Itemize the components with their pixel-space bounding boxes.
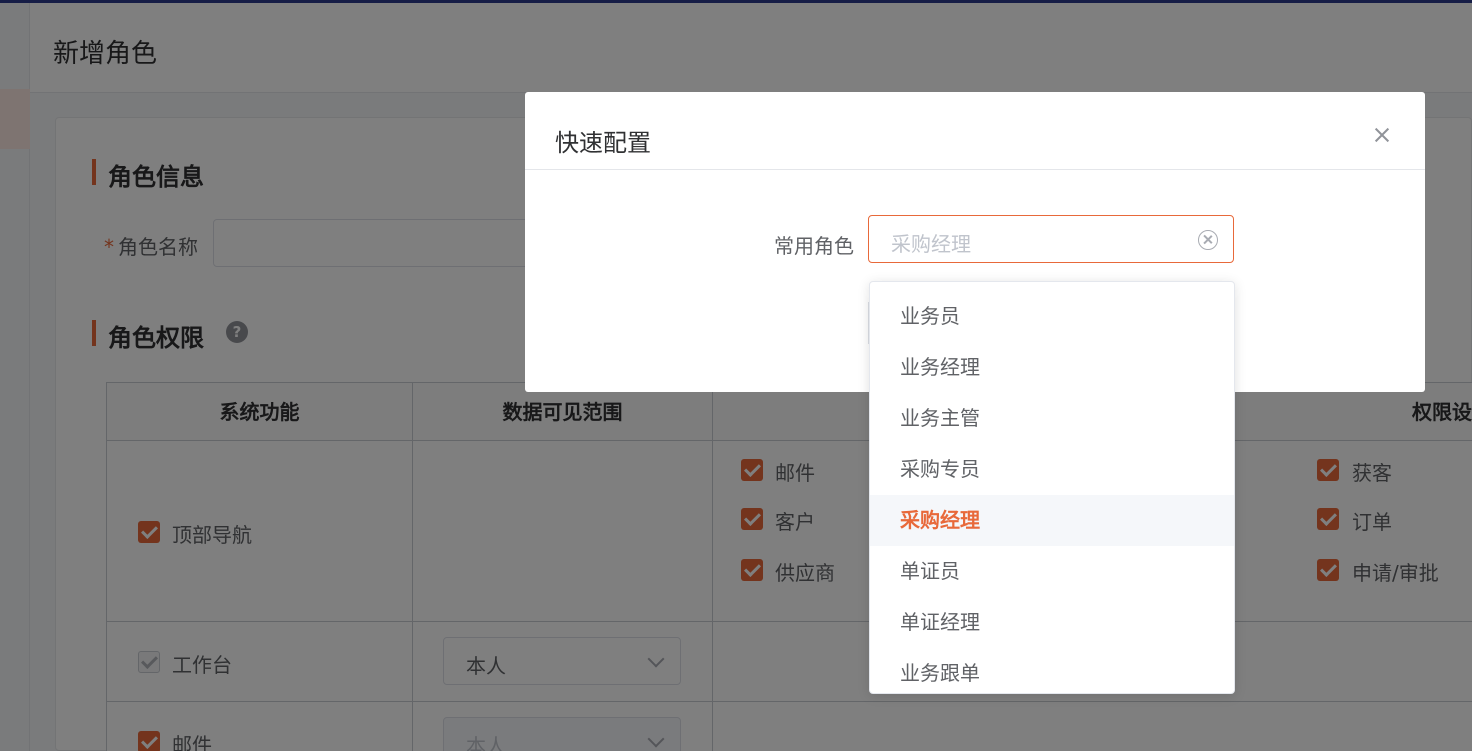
dropdown-option[interactable]: 业务经理 — [870, 342, 1234, 393]
circle-close-icon[interactable] — [1198, 230, 1218, 250]
dialog-title: 快速配置 — [555, 129, 651, 157]
common-role-label: 常用角色 — [774, 234, 854, 258]
dropdown-option[interactable]: 业务员 — [870, 291, 1234, 342]
dropdown-option[interactable]: 单证员 — [870, 546, 1234, 597]
select-placeholder: 采购经理 — [891, 232, 971, 256]
dropdown-option[interactable]: 采购专员 — [870, 444, 1234, 495]
dropdown-option[interactable]: 业务主管 — [870, 393, 1234, 444]
dropdown-option-selected[interactable]: 采购经理 — [870, 495, 1234, 546]
dropdown-option[interactable]: 单证经理 — [870, 597, 1234, 648]
dropdown-option[interactable]: 业务跟单 — [870, 648, 1234, 693]
common-role-select[interactable]: 采购经理 — [868, 215, 1234, 263]
dialog-header: 快速配置 — [525, 92, 1425, 170]
role-dropdown: 业务员 业务经理 业务主管 采购专员 采购经理 单证员 单证经理 业务跟单 — [869, 281, 1235, 694]
close-icon[interactable] — [1367, 120, 1397, 150]
